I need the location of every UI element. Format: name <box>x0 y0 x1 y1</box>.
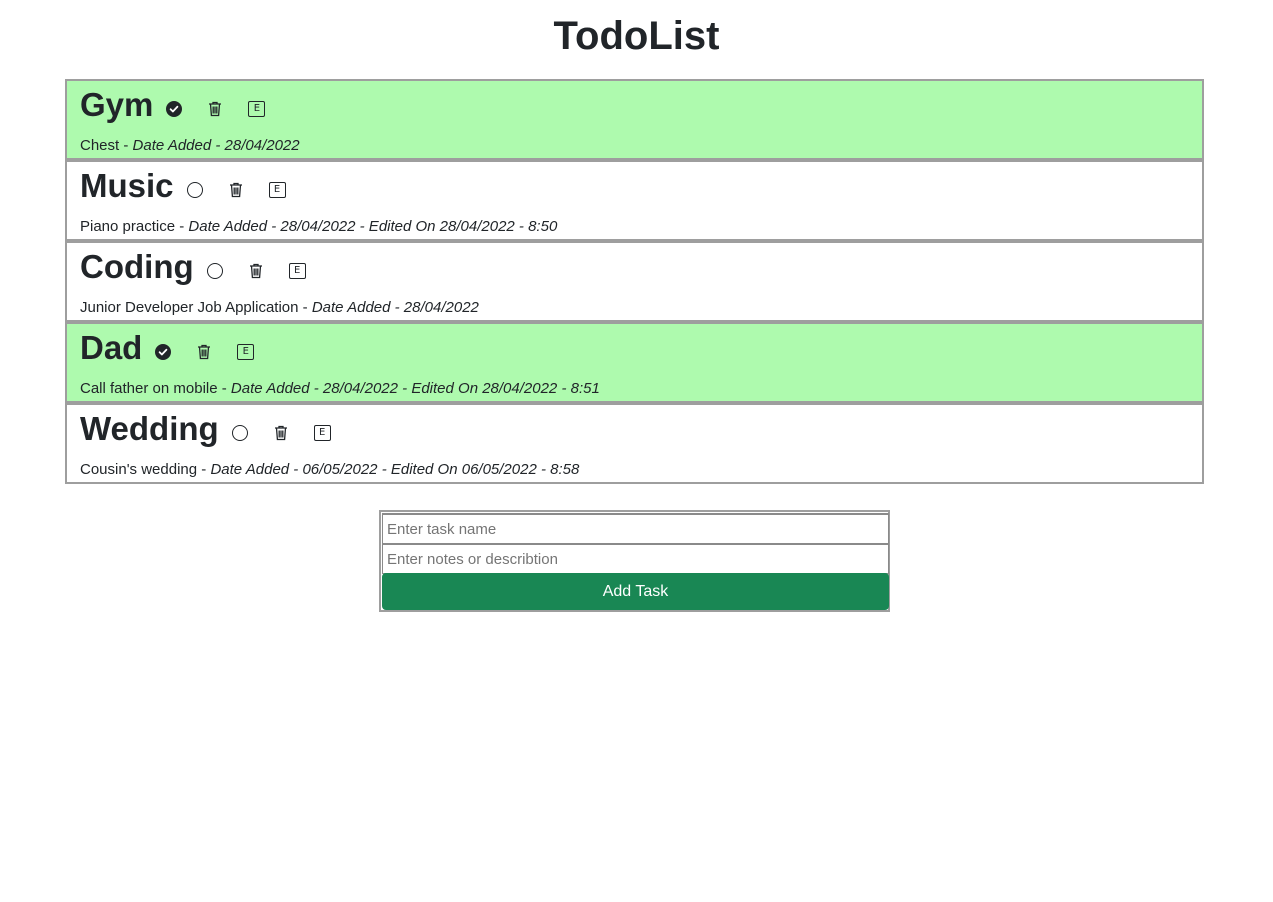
trash-icon <box>198 344 211 360</box>
separator: - <box>119 137 133 154</box>
edit-button[interactable]: E <box>313 425 331 441</box>
task-notes: Call father on mobile <box>80 380 218 397</box>
task-date-info: Date Added - 28/04/2022 - Edited On 28/0… <box>230 380 600 397</box>
edit-button[interactable]: E <box>268 182 286 198</box>
separator: - <box>175 218 189 235</box>
edit-icon: E <box>248 101 266 117</box>
task-header: Gym E <box>80 83 266 127</box>
check-circle-icon <box>159 348 168 356</box>
task-notes-input[interactable] <box>382 543 889 574</box>
delete-button[interactable] <box>208 101 222 117</box>
task-header: Music E <box>80 164 286 208</box>
delete-button[interactable] <box>197 344 211 360</box>
trash-icon <box>209 101 222 117</box>
task-item: Wedding E Cousin's wedding - Date Added … <box>65 403 1204 484</box>
trash-icon <box>274 425 287 441</box>
edit-button[interactable]: E <box>248 101 266 117</box>
task-date-info: Date Added - 28/04/2022 <box>132 137 300 154</box>
task-item: Coding E Junior Developer Job Applicatio… <box>65 241 1204 322</box>
task-name: Music <box>80 167 174 204</box>
task-item: Gym E Chest - Date Added - 28/04/2022 <box>65 79 1204 160</box>
task-list: Gym E Chest - Date Added - 28/04/2022 Mu… <box>65 79 1204 484</box>
task-date-info: Date Added - 28/04/2022 - Edited On 28/0… <box>188 218 558 235</box>
task-notes-line: Call father on mobile - Date Added - 28/… <box>80 379 600 399</box>
edit-button[interactable]: E <box>288 263 306 279</box>
trash-icon <box>249 263 262 279</box>
separator: - <box>197 461 211 478</box>
task-item: Music E Piano practice - Date Added - 28… <box>65 160 1204 241</box>
task-notes-line: Cousin's wedding - Date Added - 06/05/20… <box>80 460 579 480</box>
check-circle-icon <box>170 105 179 113</box>
add-task-button[interactable]: Add Task <box>382 573 889 610</box>
task-name: Dad <box>80 329 143 366</box>
task-name: Coding <box>80 248 194 285</box>
task-item: Dad E Call father on mobile - Date Added… <box>65 322 1204 403</box>
task-date-info: Date Added - 28/04/2022 <box>311 299 479 316</box>
edit-icon: E <box>313 425 331 441</box>
task-name: Wedding <box>80 410 219 447</box>
delete-button[interactable] <box>249 263 263 279</box>
task-header: Coding E <box>80 245 306 289</box>
task-notes: Piano practice <box>80 218 176 235</box>
complete-toggle[interactable] <box>231 425 248 441</box>
delete-button[interactable] <box>229 182 243 198</box>
separator: - <box>298 299 312 316</box>
task-notes: Cousin's wedding <box>80 461 198 478</box>
task-notes-line: Chest - Date Added - 28/04/2022 <box>80 136 300 156</box>
edit-icon: E <box>268 182 286 198</box>
separator: - <box>217 380 231 397</box>
edit-icon: E <box>288 263 306 279</box>
page-title: TodoList <box>553 14 720 58</box>
task-notes: Chest <box>80 137 120 154</box>
complete-toggle[interactable] <box>155 344 172 360</box>
complete-toggle[interactable] <box>186 182 203 198</box>
complete-toggle[interactable] <box>206 263 223 279</box>
task-notes-line: Junior Developer Job Application - Date … <box>80 298 479 318</box>
edit-icon: E <box>237 344 255 360</box>
task-notes: Junior Developer Job Application <box>80 299 299 316</box>
trash-icon <box>229 182 242 198</box>
task-name: Gym <box>80 86 154 123</box>
add-task-form: Add Task <box>379 510 890 612</box>
complete-toggle[interactable] <box>166 101 183 117</box>
edit-button[interactable]: E <box>237 344 255 360</box>
task-header: Wedding E <box>80 407 331 451</box>
task-header: Dad E <box>80 326 255 370</box>
task-name-input[interactable] <box>382 513 889 544</box>
task-notes-line: Piano practice - Date Added - 28/04/2022… <box>80 217 557 237</box>
delete-button[interactable] <box>274 425 288 441</box>
task-date-info: Date Added - 06/05/2022 - Edited On 06/0… <box>210 461 580 478</box>
todo-app: TodoList Gym E Chest - Date Added - 28/0… <box>0 0 1273 902</box>
